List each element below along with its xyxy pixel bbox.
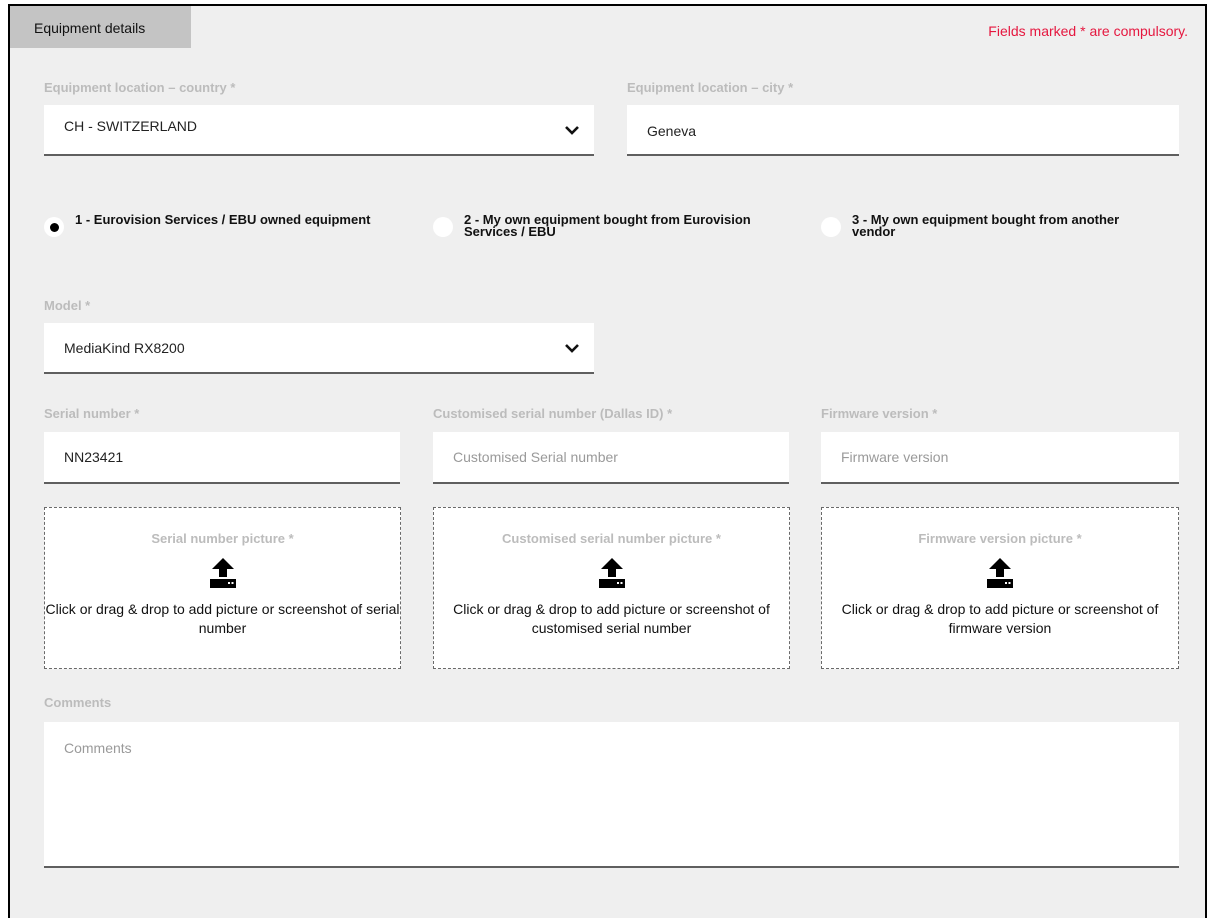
firmware-picture-dropzone[interactable]: Firmware version picture * Click or drag… bbox=[821, 507, 1179, 669]
city-value: Geneva bbox=[647, 123, 697, 139]
radio-label: 3 - My own equipment bought from another… bbox=[852, 212, 1120, 239]
custom-serial-picture-dropzone[interactable]: Customised serial number picture * Click… bbox=[433, 507, 790, 669]
firmware-label: Firmware version * bbox=[821, 406, 938, 421]
country-select[interactable]: CH - SWITZERLAND bbox=[44, 105, 594, 156]
country-value: CH - SWITZERLAND bbox=[64, 118, 197, 134]
radio-own-from-ebu[interactable]: 2 - My own equipment bought from Eurovis… bbox=[433, 212, 764, 239]
dropzone-title: Customised serial number picture * bbox=[502, 531, 721, 546]
serial-label: Serial number * bbox=[44, 406, 140, 421]
model-value: MediaKind RX8200 bbox=[64, 340, 185, 356]
upload-icon bbox=[987, 558, 1013, 588]
radio-own-other-vendor[interactable]: 3 - My own equipment bought from another… bbox=[821, 212, 1152, 239]
radio-button-selected[interactable] bbox=[44, 217, 64, 237]
comments-placeholder: Comments bbox=[64, 740, 132, 756]
serial-number-input[interactable]: NN23421 bbox=[44, 432, 400, 484]
firmware-placeholder: Firmware version bbox=[841, 449, 949, 465]
custom-serial-placeholder: Customised Serial number bbox=[453, 449, 618, 465]
dropzone-instructions: Click or drag & drop to add picture or s… bbox=[453, 601, 770, 636]
dropzone-instructions: Click or drag & drop to add picture or s… bbox=[45, 601, 400, 636]
chevron-down-icon bbox=[565, 343, 579, 353]
radio-button[interactable] bbox=[821, 217, 841, 237]
chevron-down-icon bbox=[565, 125, 579, 135]
serial-value: NN23421 bbox=[64, 449, 124, 465]
radio-label: 2 - My own equipment bought from Eurovis… bbox=[464, 212, 751, 239]
dropzone-title: Serial number picture * bbox=[151, 531, 294, 546]
compulsory-note: Fields marked * are compulsory. bbox=[988, 23, 1188, 39]
radio-label: 1 - Eurovision Services / EBU owned equi… bbox=[75, 212, 371, 227]
upload-icon bbox=[598, 558, 625, 588]
model-label: Model * bbox=[44, 298, 91, 313]
city-input[interactable]: Geneva bbox=[627, 105, 1179, 156]
firmware-input[interactable]: Firmware version bbox=[821, 432, 1179, 484]
comments-label: Comments bbox=[44, 695, 112, 710]
custom-serial-label: Customised serial number (Dallas ID) * bbox=[433, 406, 673, 421]
equipment-details-panel: Equipment details Fields marked * are co… bbox=[8, 4, 1207, 918]
custom-serial-input[interactable]: Customised Serial number bbox=[433, 432, 789, 484]
dropzone-instructions: Click or drag & drop to add picture or s… bbox=[841, 601, 1159, 636]
serial-picture-dropzone[interactable]: Serial number picture * Click or drag & … bbox=[44, 507, 401, 669]
country-label: Equipment location – country * bbox=[44, 80, 236, 95]
model-select[interactable]: MediaKind RX8200 bbox=[44, 323, 594, 374]
radio-button[interactable] bbox=[433, 217, 453, 237]
city-label: Equipment location – city * bbox=[627, 80, 794, 95]
radio-ebu-owned[interactable]: 1 - Eurovision Services / EBU owned equi… bbox=[44, 212, 385, 237]
comments-textarea[interactable]: Comments bbox=[44, 722, 1179, 868]
upload-icon bbox=[209, 558, 236, 588]
tab-equipment-details[interactable]: Equipment details bbox=[10, 6, 191, 48]
dropzone-title: Firmware version picture * bbox=[918, 531, 1082, 546]
